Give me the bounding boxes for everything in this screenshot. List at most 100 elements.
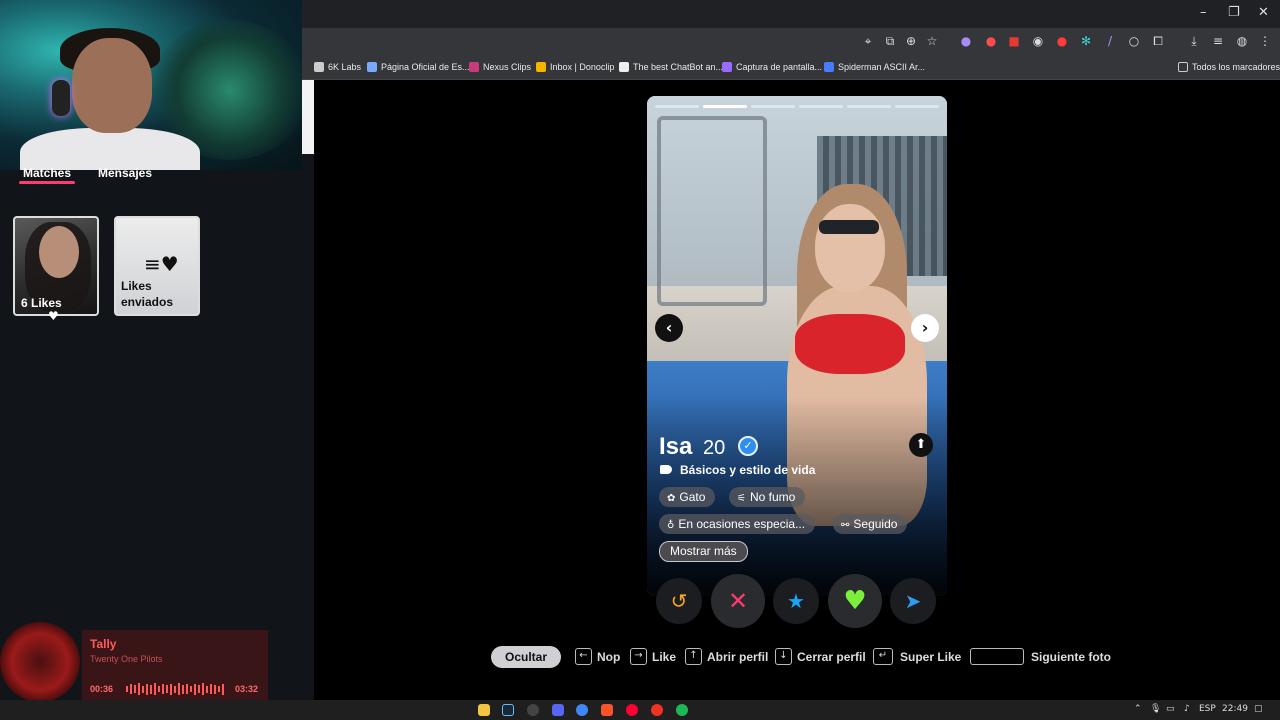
photo-progress-segment[interactable]	[703, 105, 747, 108]
tab-matches[interactable]: Matches	[23, 166, 71, 180]
location-icon[interactable]: ⌖	[861, 34, 875, 48]
record-icon[interactable]	[651, 704, 663, 716]
tab-messages[interactable]: Mensajes	[98, 166, 152, 180]
left-arrow-key-icon: ←	[575, 648, 592, 665]
download-icon[interactable]: ⤓	[1187, 34, 1201, 48]
waveform-bar	[166, 685, 168, 693]
shortcut-open-profile-label: Abrir perfil	[707, 650, 769, 664]
close-window-button[interactable]: ✕	[1258, 5, 1269, 20]
profile-card[interactable]: ‹ › ⬆ Isa 20 ✓ Básicos y estilo de vida …	[647, 96, 947, 596]
photo-progress-segment[interactable]	[751, 105, 795, 108]
previous-photo-button[interactable]: ‹	[655, 314, 683, 342]
bookmark-item[interactable]: Página Oficial de Es...	[367, 60, 470, 74]
show-more-button[interactable]: Mostrar más	[659, 541, 748, 562]
youtube-icon[interactable]	[626, 704, 638, 716]
menu-kebab-icon[interactable]: ⋮	[1258, 34, 1272, 48]
profile-avatar-icon[interactable]: ◍	[1235, 34, 1249, 48]
shortcut-next-photo-label: Siguiente foto	[1031, 650, 1111, 664]
file-explorer-icon[interactable]	[478, 704, 490, 716]
microphone-icon[interactable]: 🎙	[1150, 704, 1161, 714]
drink-icon: ♁	[667, 520, 675, 531]
steam-icon[interactable]	[502, 704, 514, 716]
headset-icon	[52, 80, 70, 116]
sidebar-edge	[302, 80, 314, 700]
waveform-bar	[182, 684, 184, 694]
restore-button[interactable]: ❐	[1228, 5, 1240, 20]
paw-icon: ✿	[667, 493, 676, 504]
extension-icon[interactable]: ✻	[1079, 34, 1093, 48]
tray-chevron-icon[interactable]: ⌃	[1134, 704, 1142, 714]
extension-icon[interactable]: ●	[1055, 34, 1069, 48]
like-button[interactable]: ♥	[828, 574, 882, 628]
song-duration: 03:32	[235, 684, 259, 694]
zoom-icon[interactable]: ⊕	[904, 34, 918, 48]
bookmark-item[interactable]: Nexus Clips	[469, 60, 531, 74]
extension-icon[interactable]: ◉	[1031, 34, 1045, 48]
profile-section-title: Básicos y estilo de vida	[680, 463, 816, 477]
heart-speed-icon: ≡♥	[144, 252, 179, 276]
active-tab-indicator	[19, 181, 75, 184]
likes-card[interactable]: 6 Likes	[13, 216, 99, 316]
likes-count-label: 6 Likes	[21, 296, 62, 310]
notifications-icon[interactable]: ▢	[1254, 704, 1263, 714]
install-app-icon[interactable]: ⧉	[883, 34, 897, 48]
shortcut-nope-label: Nop	[597, 650, 621, 664]
open-profile-arrow-icon[interactable]: ⬆	[909, 433, 933, 457]
photo-progress-segment[interactable]	[895, 105, 939, 108]
network-icon[interactable]: ▭	[1166, 704, 1175, 714]
language-indicator[interactable]: ESP	[1199, 704, 1216, 714]
bookmark-item[interactable]: The best ChatBot an...	[619, 60, 723, 74]
photo-progress-segment[interactable]	[799, 105, 843, 108]
waveform-bar	[162, 684, 164, 694]
rewind-button[interactable]: ↺	[656, 578, 702, 624]
shortcut-super-like-label: Super Like	[900, 650, 962, 664]
boost-button[interactable]: ➤	[890, 578, 936, 624]
discord-icon[interactable]	[552, 704, 564, 716]
extension-icon[interactable]: /	[1103, 34, 1117, 48]
super-like-button[interactable]: ★	[773, 578, 819, 624]
shortcut-close-profile-label: Cerrar perfil	[797, 650, 866, 664]
waveform-bar	[178, 683, 180, 695]
song-elapsed: 00:36	[90, 684, 114, 694]
waveform-bar	[154, 683, 156, 695]
media-control-icon[interactable]: ≡	[1211, 34, 1225, 48]
sidebar-header-edge	[302, 80, 314, 154]
tag-icon	[660, 465, 672, 474]
brave-icon[interactable]	[601, 704, 613, 716]
all-bookmarks-folder[interactable]: Todos los marcadores	[1178, 60, 1280, 74]
waveform-bar	[130, 684, 132, 694]
bookmark-item[interactable]: Spiderman ASCII Ar...	[824, 60, 925, 74]
extension-icon[interactable]: ●	[959, 34, 973, 48]
extension-icon[interactable]: ○	[1127, 34, 1141, 48]
bookmark-item[interactable]: Inbox | Donoclip	[536, 60, 614, 74]
adblock-extension-icon[interactable]: ■	[1007, 34, 1021, 48]
extension-icon[interactable]: ●	[984, 34, 998, 48]
chrome-icon[interactable]	[576, 704, 588, 716]
waveform	[126, 683, 226, 695]
bookmark-star-icon[interactable]: ☆	[925, 34, 939, 48]
clock[interactable]: 22:49	[1222, 704, 1248, 714]
waveform-bar	[206, 685, 208, 693]
spotify-icon[interactable]	[676, 704, 688, 716]
waveform-bar	[186, 684, 188, 694]
app-icon[interactable]	[527, 704, 539, 716]
photo-progress-segment[interactable]	[655, 105, 699, 108]
waveform-bar	[174, 685, 176, 693]
bookmark-item[interactable]: 6K Labs	[314, 60, 361, 74]
bookmark-item[interactable]: Captura de pantalla...	[722, 60, 822, 74]
next-photo-button[interactable]: ›	[911, 314, 939, 342]
nope-button[interactable]: ✕	[711, 574, 765, 628]
likes-sent-card[interactable]: ≡♥ Likes enviados	[114, 216, 200, 316]
volume-icon[interactable]: ♪	[1184, 704, 1190, 714]
windows-taskbar	[0, 700, 1280, 720]
waveform-bar	[150, 684, 152, 694]
extensions-puzzle-icon[interactable]: ⧠	[1151, 34, 1165, 48]
waveform-bar	[146, 683, 148, 695]
dumbbell-icon: ⚯	[841, 520, 850, 531]
likes-sent-label: Likes enviados	[121, 279, 174, 309]
minimize-button[interactable]: –	[1200, 5, 1207, 20]
hide-shortcuts-button[interactable]: Ocultar	[491, 646, 562, 668]
waveform-bar	[134, 685, 136, 693]
chip-drinking: ♁ En ocasiones especia...	[659, 514, 816, 534]
photo-progress-segment[interactable]	[847, 105, 891, 108]
